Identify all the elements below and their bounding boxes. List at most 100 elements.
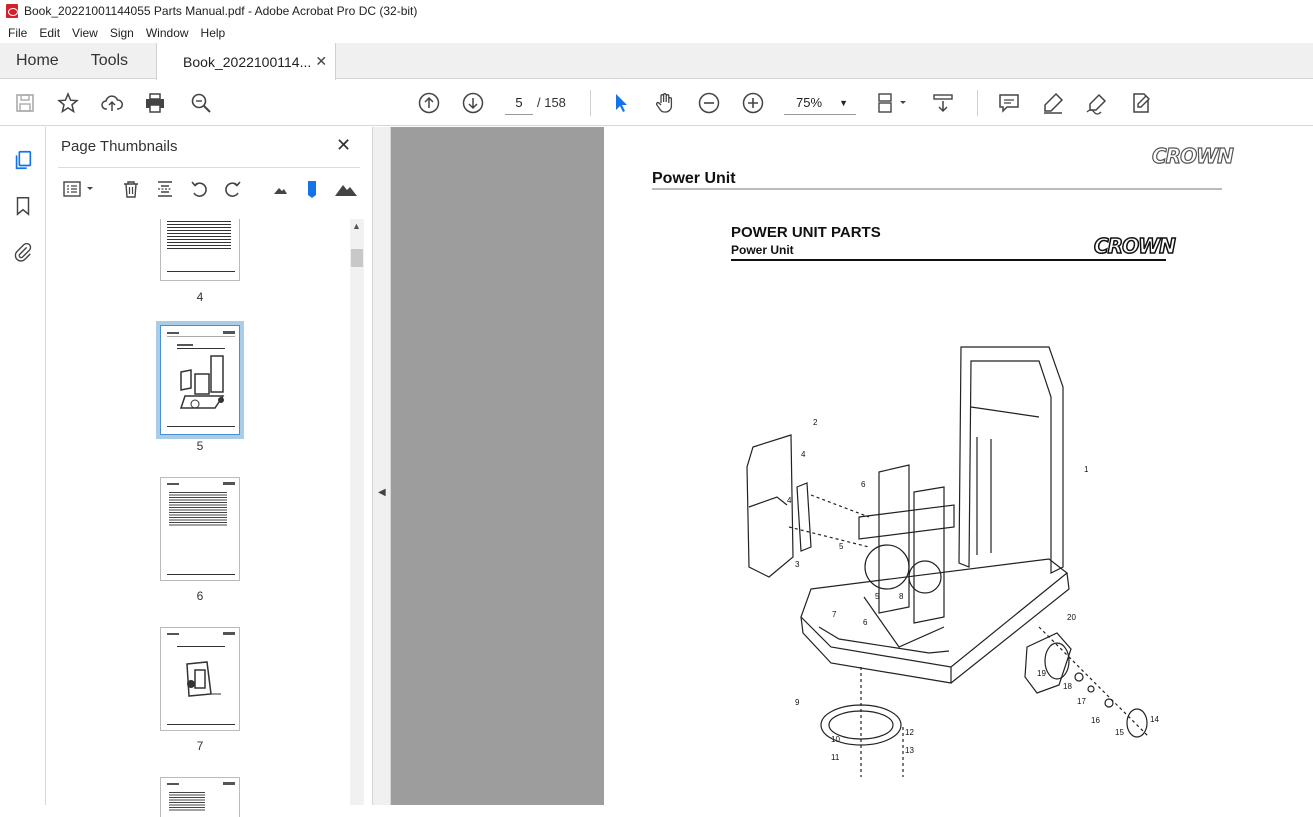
panel-title: Page Thumbnails	[61, 138, 178, 155]
highlight-pen-icon[interactable]	[1040, 90, 1066, 116]
menu-sign[interactable]: Sign	[104, 26, 140, 40]
thumbnail-diagram	[186, 661, 221, 697]
toolbar-separator	[977, 90, 978, 116]
power-unit-exploded-diagram: 1 2 3 4 4 5 5 6 6 7 8 9 10 11 12 13 14 1…	[746, 346, 1159, 777]
thumbnail-heading	[167, 332, 179, 334]
diagram-callout: 1	[1084, 465, 1089, 474]
scroll-mode-icon[interactable]	[930, 90, 956, 116]
close-panel-icon[interactable]: ✕	[336, 135, 351, 156]
parts-title: POWER UNIT PARTS	[731, 224, 881, 241]
bookmarks-icon[interactable]	[10, 193, 36, 219]
page-marker-icon[interactable]	[300, 177, 324, 201]
extract-pages-icon[interactable]	[153, 177, 177, 201]
thumbnail-diagram	[179, 355, 225, 409]
page-thumbnail-5[interactable]	[156, 321, 244, 439]
parts-header-rule	[731, 259, 1166, 261]
print-icon[interactable]	[142, 90, 168, 116]
page-total-label: / 158	[537, 95, 566, 110]
thumbnail-footer-line	[167, 724, 235, 725]
diagram-callout: 19	[1037, 669, 1046, 678]
thumbnail-heading	[167, 633, 179, 635]
page-display-icon[interactable]	[874, 90, 910, 116]
diagram-callout: 12	[905, 728, 914, 737]
tab-tools[interactable]: Tools	[75, 43, 144, 78]
thumbnail-label: 6	[196, 589, 204, 603]
save-icon[interactable]	[12, 90, 38, 116]
bookmark-star-icon[interactable]	[55, 90, 81, 116]
page-thumbnail-4[interactable]	[160, 219, 240, 281]
zoom-level-value: 75%	[796, 95, 823, 110]
thumbnail-text-lines	[167, 221, 231, 251]
thumbnails-scrollbar[interactable]: ▲	[350, 219, 364, 805]
rotate-counterclockwise-icon[interactable]	[187, 177, 211, 201]
diagram-callout: 17	[1077, 697, 1086, 706]
thumbnail-logo	[223, 331, 235, 334]
next-page-icon[interactable]	[460, 90, 486, 116]
main-toolbar	[0, 80, 1313, 126]
diagram-callout: 20	[1067, 613, 1076, 622]
panel-divider	[58, 167, 360, 168]
rotate-clockwise-icon[interactable]	[221, 177, 245, 201]
thumbnail-logo	[223, 482, 235, 485]
menu-bar: File Edit View Sign Window Help	[0, 22, 1313, 43]
thumbnail-text-lines	[169, 792, 205, 812]
thumbnail-label: 5	[196, 439, 204, 453]
hand-tool-icon[interactable]	[652, 90, 678, 116]
page-thumbnails-icon[interactable]	[10, 147, 36, 173]
menu-edit[interactable]: Edit	[33, 26, 66, 40]
page-thumbnail-6[interactable]	[160, 477, 240, 581]
diagram-callout: 4	[801, 450, 806, 459]
diagram-callout: 3	[795, 560, 800, 569]
thumbnail-options-icon[interactable]	[60, 177, 98, 201]
parts-subtitle: Power Unit	[731, 243, 794, 257]
large-thumbnails-icon[interactable]	[332, 177, 360, 201]
menu-help[interactable]: Help	[195, 26, 232, 40]
thumbnail-text-lines	[169, 492, 227, 526]
sign-pen-icon[interactable]	[1084, 90, 1110, 116]
diagram-callout: 2	[813, 418, 818, 427]
zoom-in-icon[interactable]	[740, 90, 766, 116]
thumbnail-subheading	[177, 344, 193, 346]
thumbnail-logo	[223, 632, 235, 635]
select-cursor-icon[interactable]	[608, 90, 634, 116]
comment-icon[interactable]	[996, 90, 1022, 116]
close-tab-icon[interactable]: ✕	[315, 53, 327, 70]
previous-page-icon[interactable]	[416, 90, 442, 116]
document-view[interactable]: CROWN Power Unit POWER UNIT PARTS Power …	[391, 127, 1313, 805]
menu-window[interactable]: Window	[140, 26, 195, 40]
diagram-callout: 13	[905, 746, 914, 755]
scrollbar-thumb[interactable]	[351, 249, 363, 267]
small-thumbnails-icon[interactable]	[268, 177, 292, 201]
panel-splitter[interactable]: ◀	[372, 127, 391, 805]
zoom-level-select[interactable]: 75% ▼	[784, 91, 856, 115]
thumbnail-footer-line	[167, 426, 235, 427]
tab-document[interactable]: Book_2022100114... ✕	[156, 43, 337, 80]
diagram-callout: 7	[832, 610, 837, 619]
upload-cloud-icon[interactable]	[99, 90, 125, 116]
attachments-paperclip-icon[interactable]	[10, 239, 36, 265]
thumbnail-heading	[167, 483, 179, 485]
menu-file[interactable]: File	[2, 26, 33, 40]
zoom-search-icon[interactable]	[188, 90, 214, 116]
zoom-out-icon[interactable]	[696, 90, 722, 116]
thumbnail-rule	[177, 348, 225, 349]
menu-view[interactable]: View	[66, 26, 104, 40]
scroll-up-icon[interactable]: ▲	[352, 221, 361, 231]
thumbnail-heading	[167, 783, 179, 785]
collapse-panel-icon[interactable]: ◀	[378, 487, 386, 498]
page-thumbnail-8[interactable]	[160, 777, 240, 817]
diagram-callout: 6	[863, 618, 868, 627]
thumbnail-label: 7	[196, 739, 204, 753]
page-thumbnail-7[interactable]	[160, 627, 240, 731]
fill-sign-icon[interactable]	[1128, 90, 1154, 116]
page-thumbnails-panel: Page Thumbnails ✕ ▲ 4 5 6 7	[46, 127, 372, 817]
tab-document-label: Book_2022100114...	[183, 53, 312, 70]
tab-home[interactable]: Home	[0, 43, 75, 78]
left-navigation-rail	[0, 127, 46, 805]
tab-bar: Home Tools Book_2022100114... ✕	[0, 43, 1313, 80]
diagram-callout: 9	[795, 698, 800, 707]
crown-logo: CROWN	[1151, 143, 1234, 168]
diagram-callout: 16	[1091, 716, 1100, 725]
page-number-input[interactable]: 5	[505, 91, 533, 115]
delete-page-icon[interactable]	[119, 177, 143, 201]
